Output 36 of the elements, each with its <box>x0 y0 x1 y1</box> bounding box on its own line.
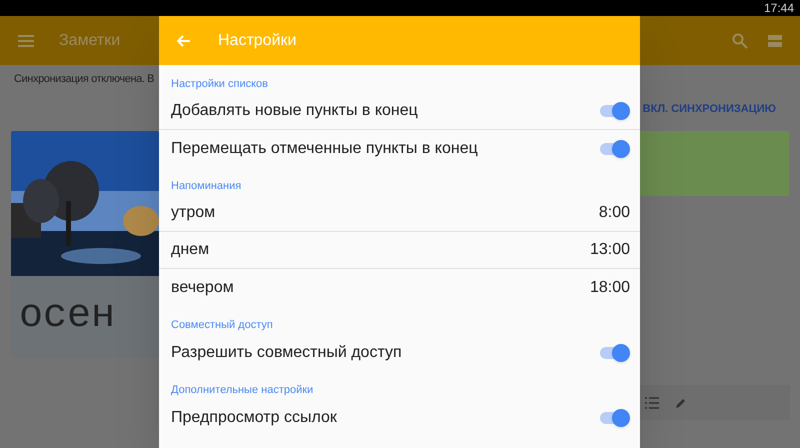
setting-label: Добавлять новые пункты в конец <box>171 101 418 121</box>
settings-row[interactable]: Предпросмотр ссылок <box>159 399 640 436</box>
note-text: осен <box>18 293 116 341</box>
app-title: Заметки <box>59 30 120 50</box>
list-icon[interactable] <box>645 396 659 408</box>
time-value: 13:00 <box>590 240 630 260</box>
setting-label: вечером <box>171 278 234 298</box>
toggle-switch[interactable] <box>600 138 630 158</box>
section-header: Настройки списков <box>170 77 269 92</box>
section-header: Напоминания <box>170 179 242 194</box>
time-value: 8:00 <box>598 203 630 223</box>
settings-row[interactable]: Разрешить совместный доступ <box>159 334 640 371</box>
settings-row[interactable]: днем 13:00 <box>159 232 640 269</box>
settings-row[interactable]: вечером 18:00 <box>159 269 640 306</box>
back-arrow-icon[interactable] <box>177 34 191 46</box>
clock-time: 17:44 <box>764 2 794 14</box>
setting-label: днем <box>171 240 210 260</box>
setting-label: Перемещать отмеченные пункты в конец <box>171 138 478 158</box>
menu-icon[interactable] <box>18 34 34 46</box>
section-header: Совместный доступ <box>170 318 274 333</box>
pencil-icon[interactable] <box>675 396 687 408</box>
section-header: Дополнительные настройки <box>170 383 314 398</box>
view-toggle-icon[interactable] <box>768 34 782 46</box>
search-icon[interactable] <box>732 32 748 48</box>
toggle-switch[interactable] <box>600 408 630 428</box>
settings-title: Настройки <box>218 30 296 50</box>
settings-row[interactable]: утром 8:00 <box>159 195 640 232</box>
settings-row[interactable]: Добавлять новые пункты в конец <box>159 93 640 130</box>
time-value: 18:00 <box>590 278 630 298</box>
settings-row[interactable]: Перемещать отмеченные пункты в конец <box>159 130 640 167</box>
toggle-switch[interactable] <box>600 342 630 362</box>
setting-label: Разрешить совместный доступ <box>171 342 402 362</box>
toggle-switch[interactable] <box>600 101 630 121</box>
setting-label: утром <box>171 203 216 223</box>
sync-notice: Синхронизация отключена. В <box>14 72 154 87</box>
setting-label: Предпросмотр ссылок <box>171 408 337 428</box>
